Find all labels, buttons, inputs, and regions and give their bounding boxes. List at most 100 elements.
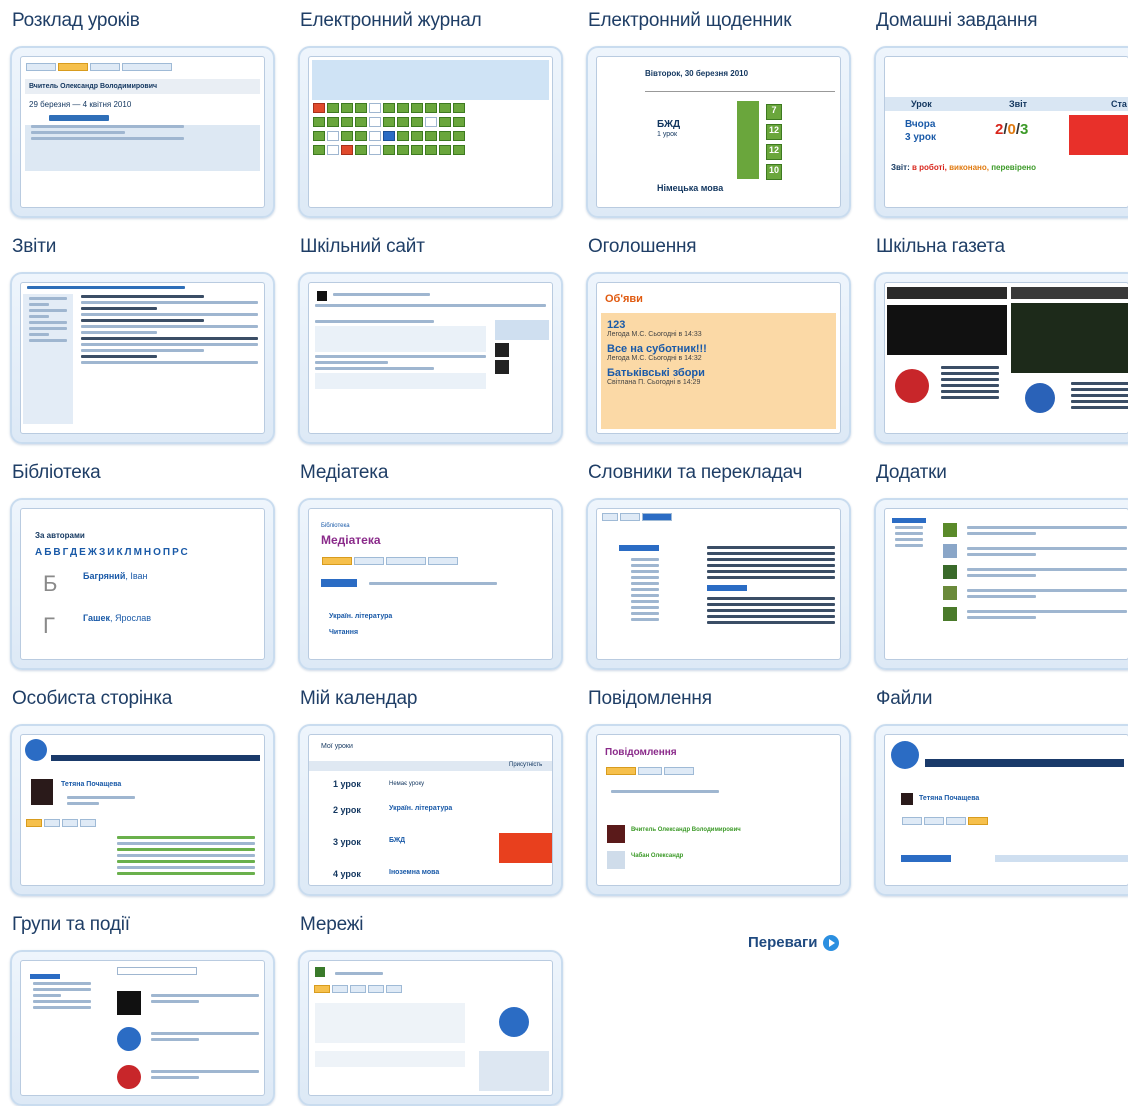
tile-title[interactable]: Домашні завдання bbox=[876, 10, 1038, 32]
library-preview: За авторами АБВГДЕЖЗИКЛМНОПРС Б Багряний… bbox=[20, 508, 265, 660]
diary-subject-2: Німецька мова bbox=[657, 183, 724, 193]
tile-thumbnail[interactable] bbox=[586, 498, 851, 670]
addons-preview bbox=[884, 508, 1128, 660]
author-link[interactable]: Багряний, Іван bbox=[83, 571, 148, 581]
tile-title[interactable]: Розклад уроків bbox=[12, 10, 140, 32]
tile-title[interactable]: Бібліотека bbox=[12, 462, 101, 484]
tile-thumbnail[interactable] bbox=[874, 498, 1128, 670]
tile-addons[interactable]: Додатки bbox=[864, 462, 1128, 672]
tile-thumbnail[interactable] bbox=[298, 46, 563, 218]
col-report: Звіт bbox=[1009, 99, 1028, 109]
tile-thumbnail[interactable]: Тетяна Почащева bbox=[10, 724, 275, 896]
tile-dictionaries[interactable]: Словники та перекладач bbox=[576, 462, 851, 672]
tile-thumbnail[interactable] bbox=[298, 272, 563, 444]
attendance-col: Присутність bbox=[509, 762, 543, 768]
tile-title[interactable]: Шкільний сайт bbox=[300, 236, 425, 258]
messages-title: Повідомлення bbox=[605, 747, 677, 758]
tile-title[interactable]: Електронний щоденник bbox=[588, 10, 792, 32]
tile-thumbnail[interactable] bbox=[10, 950, 275, 1106]
tile-school-site[interactable]: Шкільний сайт bbox=[288, 236, 563, 446]
tile-thumbnail[interactable]: Вівторок, 30 березня 2010 БЖД 1 урок 7 1… bbox=[586, 46, 851, 218]
announcement-title: Батьківські збори bbox=[607, 367, 705, 379]
tile-files[interactable]: Файли Тетяна Почащева bbox=[864, 688, 1128, 898]
homework-preview: Урок Звіт Ста Вчора 3 урок 2/0/3 Звіт: в… bbox=[884, 56, 1128, 208]
tile-title[interactable]: Оголошення bbox=[588, 236, 697, 258]
lesson-number: 2 урок bbox=[333, 805, 361, 815]
col-status: Ста bbox=[1111, 99, 1127, 109]
diary-lesson-1: 1 урок bbox=[657, 131, 678, 138]
alphabet-index[interactable]: АБВГДЕЖЗИКЛМНОПРС bbox=[35, 547, 190, 558]
announcements-header: Об'яви bbox=[605, 293, 643, 305]
message-sender[interactable]: Вчитель Олександр Володимирович bbox=[631, 827, 741, 833]
grade: 12 bbox=[766, 124, 782, 140]
calendar-preview: Мої уроки Присутність 1 урок Немає уроку… bbox=[308, 734, 553, 886]
tile-library[interactable]: Бібліотека За авторами АБВГДЕЖЗИКЛМНОПРС… bbox=[0, 462, 275, 672]
tile-thumbnail[interactable] bbox=[874, 272, 1128, 444]
tile-thumbnail[interactable]: Об'яви 123 Легода М.С. Сьогодні в 14:33 … bbox=[586, 272, 851, 444]
author-link[interactable]: Гашек, Ярослав bbox=[83, 613, 151, 623]
tile-school-newspaper[interactable]: Шкільна газета bbox=[864, 236, 1128, 446]
tile-groups-events[interactable]: Групи та події bbox=[0, 914, 275, 1106]
announcements-preview: Об'яви 123 Легода М.С. Сьогодні в 14:33 … bbox=[596, 282, 841, 434]
diary-preview: Вівторок, 30 березня 2010 БЖД 1 урок 7 1… bbox=[596, 56, 841, 208]
mediateka-crumb: Бібліотека bbox=[321, 523, 350, 529]
lesson-number: 3 урок bbox=[333, 837, 361, 847]
tile-title[interactable]: Звіти bbox=[12, 236, 56, 258]
hw-score: 2/0/3 bbox=[995, 121, 1029, 138]
tile-announcements[interactable]: Оголошення Об'яви 123 Легода М.С. Сьогод… bbox=[576, 236, 851, 446]
tile-diary[interactable]: Електронний щоденник Вівторок, 30 березн… bbox=[576, 10, 851, 220]
tile-title[interactable]: Словники та перекладач bbox=[588, 462, 802, 484]
tile-title[interactable]: Особиста сторінка bbox=[12, 688, 172, 710]
mediateka-title: Медіатека bbox=[321, 533, 381, 547]
tile-mediateka[interactable]: Медіатека Бібліотека Медіатека Україн. л… bbox=[288, 462, 563, 672]
media-row[interactable]: Читання bbox=[329, 629, 358, 636]
grade: 7 bbox=[766, 104, 782, 120]
tile-title[interactable]: Повідомлення bbox=[588, 688, 712, 710]
tile-messages[interactable]: Повідомлення Повідомлення Вчитель Олекса… bbox=[576, 688, 851, 898]
reports-preview bbox=[20, 282, 265, 434]
tile-title[interactable]: Групи та події bbox=[12, 914, 130, 936]
tile-thumbnail[interactable]: Вчитель Олександр Володимирович 29 берез… bbox=[10, 46, 275, 218]
lesson-subject: БЖД bbox=[389, 837, 406, 844]
tile-thumbnail[interactable]: Мої уроки Присутність 1 урок Немає уроку… bbox=[298, 724, 563, 896]
announcement-title: 123 bbox=[607, 319, 626, 331]
calendar-title: Мої уроки bbox=[321, 743, 353, 750]
tile-title[interactable]: Медіатека bbox=[300, 462, 388, 484]
tile-title[interactable]: Додатки bbox=[876, 462, 947, 484]
tile-personal-page[interactable]: Особиста сторінка Тетяна Почащева bbox=[0, 688, 275, 898]
school-site-preview bbox=[308, 282, 553, 434]
tile-thumbnail[interactable]: Бібліотека Медіатека Україн. література … bbox=[298, 498, 563, 670]
letter-heading: Г bbox=[43, 613, 55, 638]
tile-title[interactable]: Мережі bbox=[300, 914, 363, 936]
arrow-right-circle-icon bbox=[823, 934, 840, 951]
tile-title[interactable]: Шкільна газета bbox=[876, 236, 1005, 258]
tile-networks[interactable]: Мережі bbox=[288, 914, 563, 1106]
lesson-number: 1 урок bbox=[333, 779, 361, 789]
tile-thumbnail[interactable]: Повідомлення Вчитель Олександр Володимир… bbox=[586, 724, 851, 896]
journal-preview bbox=[308, 56, 553, 208]
lesson-subject: Немає уроку bbox=[389, 781, 425, 787]
dictionaries-preview bbox=[596, 508, 841, 660]
tile-calendar[interactable]: Мій календар Мої уроки Присутність 1 уро… bbox=[288, 688, 563, 898]
personal-page-preview: Тетяна Почащева bbox=[20, 734, 265, 886]
tile-thumbnail[interactable] bbox=[298, 950, 563, 1106]
tile-journal[interactable]: Електронний журнал bbox=[288, 10, 563, 220]
messages-preview: Повідомлення Вчитель Олександр Володимир… bbox=[596, 734, 841, 886]
tile-thumbnail[interactable] bbox=[10, 272, 275, 444]
tile-thumbnail[interactable]: Урок Звіт Ста Вчора 3 урок 2/0/3 Звіт: в… bbox=[874, 46, 1128, 218]
tile-thumbnail[interactable]: За авторами АБВГДЕЖЗИКЛМНОПРС Б Багряний… bbox=[10, 498, 275, 670]
tile-reports[interactable]: Звіти bbox=[0, 236, 275, 446]
media-row[interactable]: Україн. література bbox=[329, 613, 392, 620]
tile-title[interactable]: Файли bbox=[876, 688, 933, 710]
tile-thumbnail[interactable]: Тетяна Почащева bbox=[874, 724, 1128, 896]
by-authors-label: За авторами bbox=[35, 531, 85, 540]
message-sender[interactable]: Чабан Олександр bbox=[631, 853, 683, 859]
tile-schedule[interactable]: Розклад уроків Вчитель Олександр Володим… bbox=[0, 10, 275, 220]
tile-title[interactable]: Електронний журнал bbox=[300, 10, 482, 32]
groups-preview bbox=[20, 960, 265, 1096]
tile-homework[interactable]: Домашні завдання Урок Звіт Ста Вчора 3 у… bbox=[864, 10, 1128, 220]
letter-heading: Б bbox=[43, 571, 58, 596]
advantages-link[interactable]: Переваги bbox=[748, 934, 840, 951]
lesson-number: 4 урок bbox=[333, 869, 361, 879]
tile-title[interactable]: Мій календар bbox=[300, 688, 417, 710]
